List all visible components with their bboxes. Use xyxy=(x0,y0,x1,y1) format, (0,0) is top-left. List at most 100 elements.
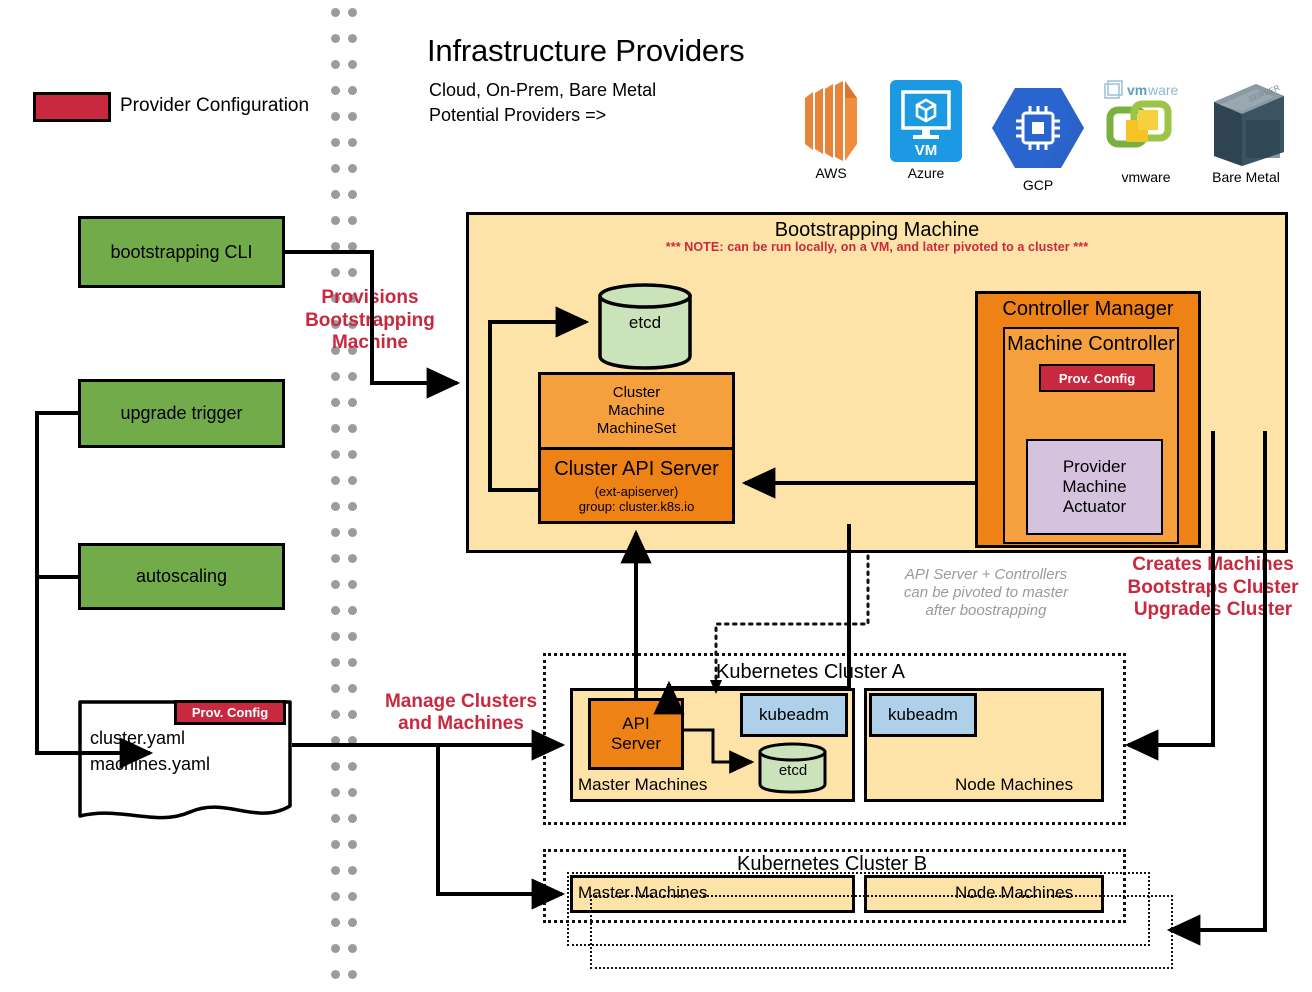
divider-dot xyxy=(348,840,357,849)
divider-dot xyxy=(348,86,357,95)
annotation-creates-l3: Upgrades Cluster xyxy=(1133,599,1293,621)
divider-dot xyxy=(348,710,357,719)
divider-dot xyxy=(348,164,357,173)
divider-dot xyxy=(348,216,357,225)
prov-config-badge-controller: Prov. Config xyxy=(1039,364,1155,392)
divider-dot xyxy=(331,970,340,979)
cluster-api-server-sub1: (ext-apiserver) xyxy=(594,483,679,499)
legend-swatch xyxy=(33,92,111,122)
provider-bare-metal: SERVER Bare Metal xyxy=(1200,78,1292,190)
divider-dot xyxy=(331,138,340,147)
divider-dot xyxy=(348,60,357,69)
divider-dot xyxy=(331,866,340,875)
cluster-a-node-kubeadm: kubeadm xyxy=(869,693,977,737)
divider-dot xyxy=(348,658,357,667)
cluster-a-api-line1: API xyxy=(622,713,650,733)
divider-dot xyxy=(331,580,340,589)
divider-dot xyxy=(348,632,357,641)
divider-dot xyxy=(331,216,340,225)
config-document[interactable]: Prov. Config cluster.yaml machines.yaml xyxy=(78,700,292,824)
divider-dot xyxy=(331,242,340,251)
divider-dot xyxy=(331,190,340,199)
divider-dot xyxy=(348,788,357,797)
divider-dot xyxy=(331,788,340,797)
prov-config-badge-controller-label: Prov. Config xyxy=(1058,370,1136,386)
divider-dot xyxy=(331,8,340,17)
divider-dot xyxy=(331,814,340,823)
divider-dot xyxy=(348,242,357,251)
actuator-line-provider: Provider xyxy=(1062,456,1127,476)
divider-dot xyxy=(331,86,340,95)
provider-azure-label: Azure xyxy=(907,165,945,181)
svg-text:vm: vm xyxy=(1127,82,1147,98)
divider-dot xyxy=(331,892,340,901)
divider-dot xyxy=(331,918,340,927)
divider-dot xyxy=(331,268,340,277)
provider-aws: AWS xyxy=(795,78,867,188)
vmware-icon: vm ware xyxy=(1104,80,1179,148)
annotation-creates-l2: Bootstraps Cluster xyxy=(1127,576,1299,598)
machine-controller-title: Machine Controller xyxy=(1007,332,1175,355)
config-doc-line1: cluster.yaml xyxy=(90,728,186,748)
provider-machine-actuator: Provider Machine Actuator xyxy=(1026,439,1163,535)
divider-dot xyxy=(348,684,357,693)
cluster-a-master-kubeadm: kubeadm xyxy=(740,693,848,737)
trigger-upgrade-trigger[interactable]: upgrade trigger xyxy=(78,379,285,448)
vertical-dotted-divider xyxy=(331,8,357,986)
gcp-icon xyxy=(992,88,1084,168)
provider-gcp-label: GCP xyxy=(1022,177,1054,193)
provider-gcp: GCP xyxy=(990,82,1086,193)
kubernetes-cluster-a-title: Kubernetes Cluster A xyxy=(716,661,905,683)
divider-dot xyxy=(348,918,357,927)
divider-dot xyxy=(348,866,357,875)
cluster-api-server-title: Cluster API Server xyxy=(554,458,719,481)
cluster-a-master-api-server: API Server xyxy=(588,698,684,770)
divider-dot xyxy=(348,268,357,277)
provider-bare-metal-label: Bare Metal xyxy=(1212,169,1280,185)
divider-dot xyxy=(348,736,357,745)
crd-line-machineset: MachineSet xyxy=(596,419,677,437)
provider-aws-label: AWS xyxy=(815,165,847,181)
divider-dot xyxy=(331,502,340,511)
divider-dot xyxy=(331,658,340,667)
divider-dot xyxy=(348,814,357,823)
annotation-provisions-l3: Machine xyxy=(331,332,409,354)
kubernetes-cluster-ghost-2 xyxy=(590,895,1173,969)
cluster-a-node-label: Node Machines xyxy=(955,775,1074,794)
provider-vmware: vm ware vmware xyxy=(1100,78,1192,190)
divider-dot xyxy=(348,398,357,407)
trigger-bootstrapping-cli[interactable]: bootstrapping CLI xyxy=(78,216,285,288)
divider-dot xyxy=(348,762,357,771)
bootstrapping-machine-note: *** NOTE: can be run locally, on a VM, a… xyxy=(665,240,1089,254)
annotation-creates-l1: Creates Machines xyxy=(1132,554,1294,576)
divider-dot xyxy=(348,424,357,433)
azure-vm-icon: VM xyxy=(890,80,962,162)
divider-dot xyxy=(331,944,340,953)
divider-dot xyxy=(331,424,340,433)
divider-dot xyxy=(331,164,340,173)
divider-dot xyxy=(348,8,357,17)
divider-dot xyxy=(331,762,340,771)
diagram-canvas: Provider Configuration Infrastructure Pr… xyxy=(0,0,1312,992)
controller-manager: Controller Manager Machine Controller Pr… xyxy=(975,291,1201,548)
annotation-pivot-l1: API Server + Controllers xyxy=(904,566,1068,584)
divider-dot xyxy=(348,450,357,459)
divider-dot xyxy=(331,736,340,745)
cluster-a-master-etcd-label: etcd xyxy=(778,761,808,779)
annotation-provisions-l1: Provisions xyxy=(321,287,419,309)
cluster-a-api-line2: Server xyxy=(610,734,662,753)
svg-text:ware: ware xyxy=(1147,82,1179,98)
machine-controller: Machine Controller Prov. Config Provider… xyxy=(1003,327,1179,544)
svg-text:VM: VM xyxy=(915,142,938,159)
divider-dot xyxy=(331,606,340,615)
divider-dot xyxy=(348,476,357,485)
bootstrap-etcd-label: etcd xyxy=(628,313,662,332)
annotation-pivot-l3: after boostrapping xyxy=(925,601,1047,619)
trigger-autoscaling[interactable]: autoscaling xyxy=(78,543,285,610)
divider-dot xyxy=(348,138,357,147)
cluster-a-master-etcd: etcd xyxy=(757,742,829,794)
actuator-line-machine: Machine xyxy=(1062,476,1127,496)
divider-dot xyxy=(331,528,340,537)
divider-dot xyxy=(348,606,357,615)
crd-line-cluster: Cluster xyxy=(612,384,661,402)
